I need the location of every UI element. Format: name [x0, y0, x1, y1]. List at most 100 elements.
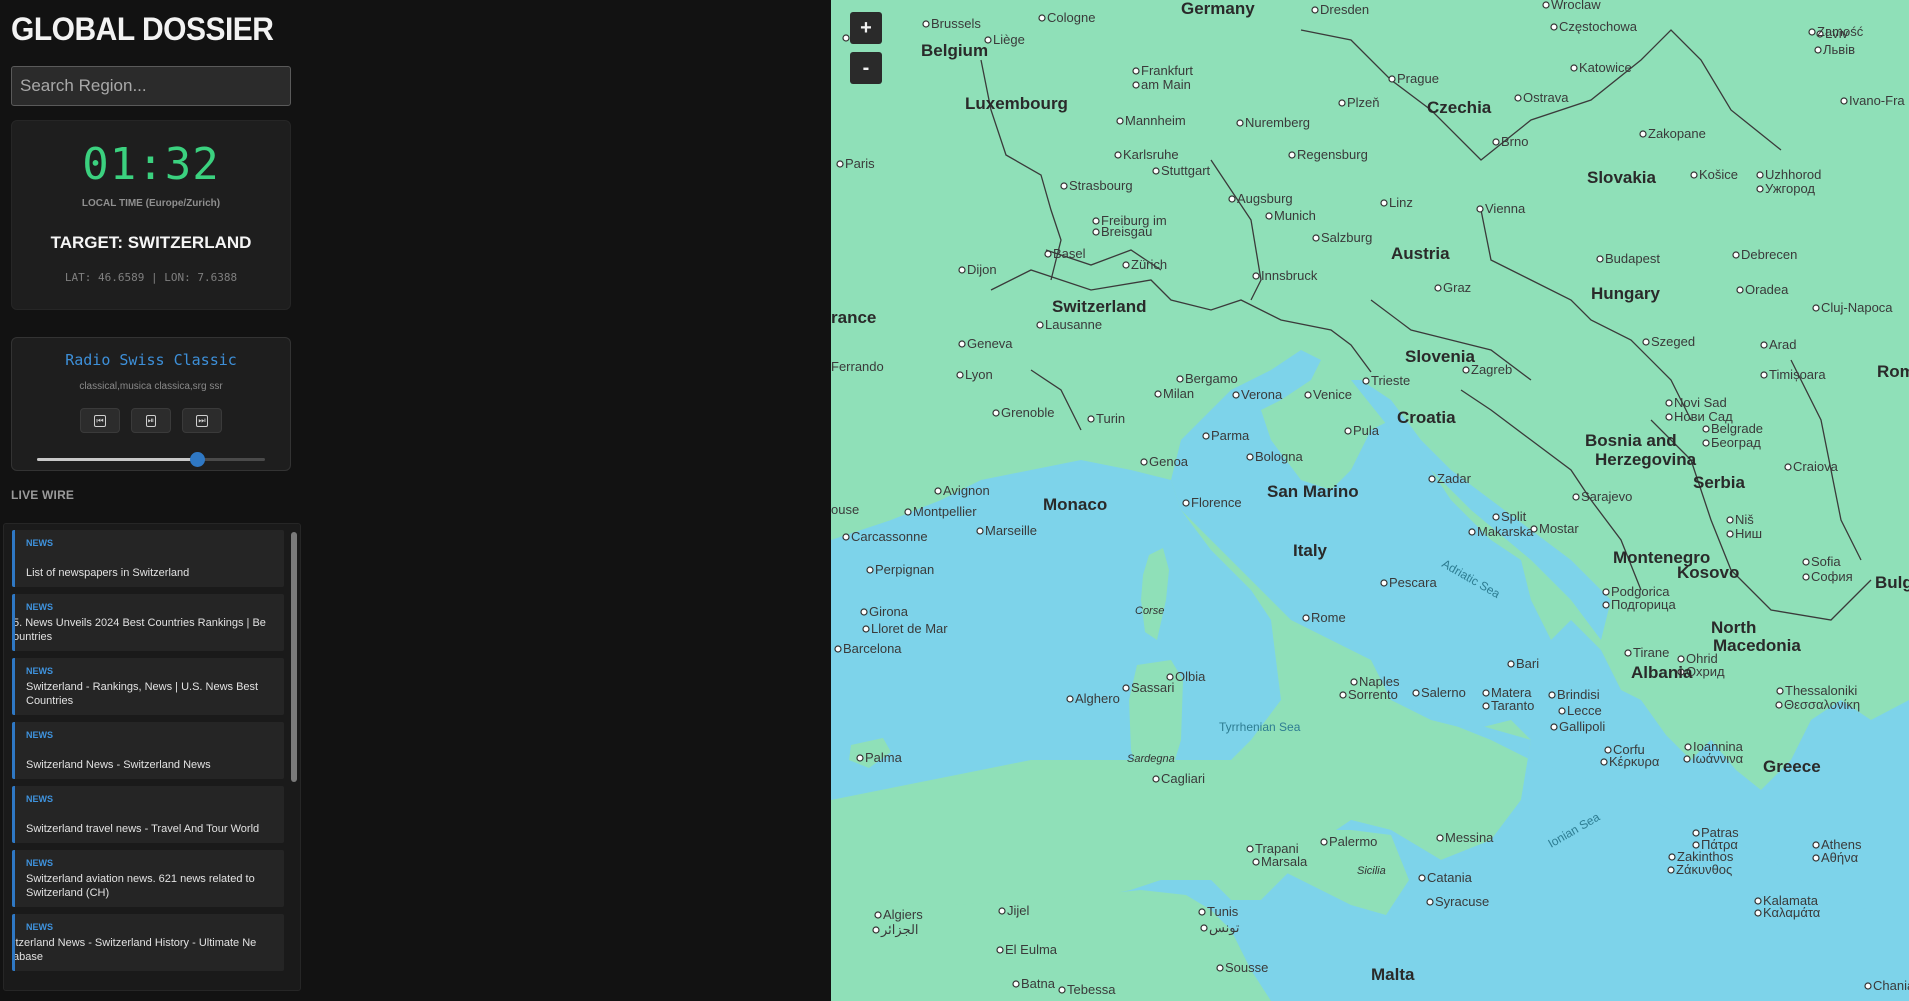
city-label: Augsburg	[1237, 191, 1293, 206]
city-label: Львів	[1823, 42, 1855, 57]
city-label: Munich	[1274, 208, 1316, 223]
country-label: Belgium	[921, 41, 988, 60]
city-label: Innsbruck	[1261, 268, 1318, 283]
city-label: Brussels	[931, 16, 981, 31]
map-view[interactable]: Brussels Cologne Dresden Wroclaw Częstochowa…	[831, 0, 1909, 1001]
city-label: Linz	[1389, 195, 1413, 210]
city-marker	[1302, 614, 1310, 622]
city-label: Catania	[1427, 870, 1473, 885]
city-label: Ostrava	[1523, 90, 1569, 105]
news-item[interactable]: NEWS Switzerland - Rankings, News | U.S.…	[12, 658, 284, 715]
city-label: Lecce	[1567, 703, 1602, 718]
news-item[interactable]: NEWS Switzerland aviation news. 621 news…	[12, 850, 284, 907]
island-label: Corse	[1135, 605, 1164, 617]
volume-thumb[interactable]	[189, 452, 205, 467]
city-label: Arad	[1769, 337, 1796, 352]
city-marker	[1760, 371, 1768, 379]
sea-label: Tyrrhenian Sea	[1219, 720, 1301, 734]
island-label: Sicilia	[1357, 865, 1386, 877]
city-label: Košice	[1699, 167, 1738, 182]
city-marker	[1152, 775, 1160, 783]
city-marker	[996, 946, 1004, 954]
city-label: Trieste	[1371, 373, 1410, 388]
city-label: Perpignan	[875, 562, 934, 577]
news-item[interactable]: NEWS 5. News Unveils 2024 Best Countries…	[12, 594, 284, 651]
city-label: Stuttgart	[1161, 163, 1211, 178]
city-marker	[1246, 453, 1254, 461]
city-marker	[1087, 415, 1095, 423]
next-button[interactable]: ⏭	[182, 408, 222, 433]
city-label: Sorrento	[1348, 687, 1398, 702]
city-marker	[1736, 286, 1744, 294]
city-marker	[1462, 366, 1470, 374]
sea-label: Adriatic Sea	[1440, 556, 1503, 601]
country-label: Greece	[1763, 757, 1821, 776]
play-pause-button[interactable]: ⏯	[131, 408, 171, 433]
volume-slider[interactable]	[37, 451, 265, 467]
city-label: Vienna	[1485, 201, 1526, 216]
city-marker	[1252, 858, 1260, 866]
city-marker	[842, 34, 850, 42]
feed-scrollbar[interactable]	[291, 532, 297, 782]
country-label: Slovenia	[1405, 347, 1475, 366]
city-marker	[1198, 908, 1206, 916]
city-label: Zakopane	[1648, 126, 1706, 141]
city-marker	[1436, 834, 1444, 842]
city-marker	[1116, 117, 1124, 125]
country-label: Austria	[1391, 244, 1450, 263]
country-label: Herzegovina	[1595, 450, 1697, 469]
city-marker	[1802, 558, 1810, 566]
city-marker	[1776, 687, 1784, 695]
news-item[interactable]: NEWS itzerland News - Switzerland Histor…	[12, 914, 284, 971]
live-wire-feed[interactable]: NEWS List of newspapers in Switzerland N…	[3, 523, 301, 991]
previous-button[interactable]: ⏮	[80, 408, 120, 433]
news-item[interactable]: NEWS List of newspapers in Switzerland	[12, 530, 284, 587]
city-marker	[1756, 171, 1764, 179]
country-label: Hungary	[1591, 284, 1661, 303]
zoom-out-button[interactable]: -	[850, 52, 882, 84]
city-marker	[1775, 701, 1783, 709]
local-time-clock: 01:32	[82, 139, 220, 190]
city-marker	[1667, 866, 1675, 874]
city-label: Pula	[1353, 423, 1380, 438]
city-marker	[1228, 195, 1236, 203]
city-label: София	[1811, 569, 1853, 584]
city-marker	[1702, 439, 1710, 447]
city-marker	[1388, 75, 1396, 83]
city-label: Uzhhorod	[1765, 167, 1821, 182]
news-item[interactable]: NEWS Switzerland travel news - Travel An…	[12, 786, 284, 843]
city-label: Carcassonne	[851, 529, 928, 544]
city-label: Plzeň	[1347, 95, 1380, 110]
city-marker	[1044, 250, 1052, 258]
city-marker	[860, 608, 868, 616]
city-marker	[1428, 475, 1436, 483]
city-label: Brno	[1501, 134, 1528, 149]
city-label: Mannheim	[1125, 113, 1186, 128]
city-marker	[1665, 413, 1673, 421]
search-input[interactable]	[11, 66, 291, 106]
city-label: Timișoara	[1769, 367, 1826, 382]
zoom-in-button[interactable]: +	[850, 12, 882, 44]
city-label: Geneva	[967, 336, 1013, 351]
city-marker	[934, 487, 942, 495]
news-title: List of newspapers in Switzerland	[26, 567, 190, 579]
map-canvas[interactable]: Brussels Cologne Dresden Wroclaw Częstochowa…	[831, 0, 1909, 1001]
previous-icon: ⏮	[94, 414, 106, 427]
city-marker	[1176, 375, 1184, 383]
city-marker	[992, 409, 1000, 417]
news-item[interactable]: NEWS Switzerland News - Switzerland News	[12, 722, 284, 779]
city-label: Zamość	[1817, 24, 1864, 39]
city-marker	[1677, 655, 1685, 663]
country-label: San Marino	[1267, 482, 1359, 501]
city-marker	[1550, 23, 1558, 31]
city-marker	[1012, 980, 1020, 988]
country-label: Albania	[1631, 663, 1693, 682]
city-label: El Eulma	[1005, 942, 1058, 957]
city-marker	[1216, 964, 1224, 972]
city-marker	[1092, 228, 1100, 236]
city-marker	[1602, 588, 1610, 596]
city-marker	[856, 754, 864, 762]
country-label: Luxembourg	[965, 94, 1068, 113]
mainland-europe-land	[831, 0, 1909, 935]
city-label: Tunis	[1207, 904, 1239, 919]
